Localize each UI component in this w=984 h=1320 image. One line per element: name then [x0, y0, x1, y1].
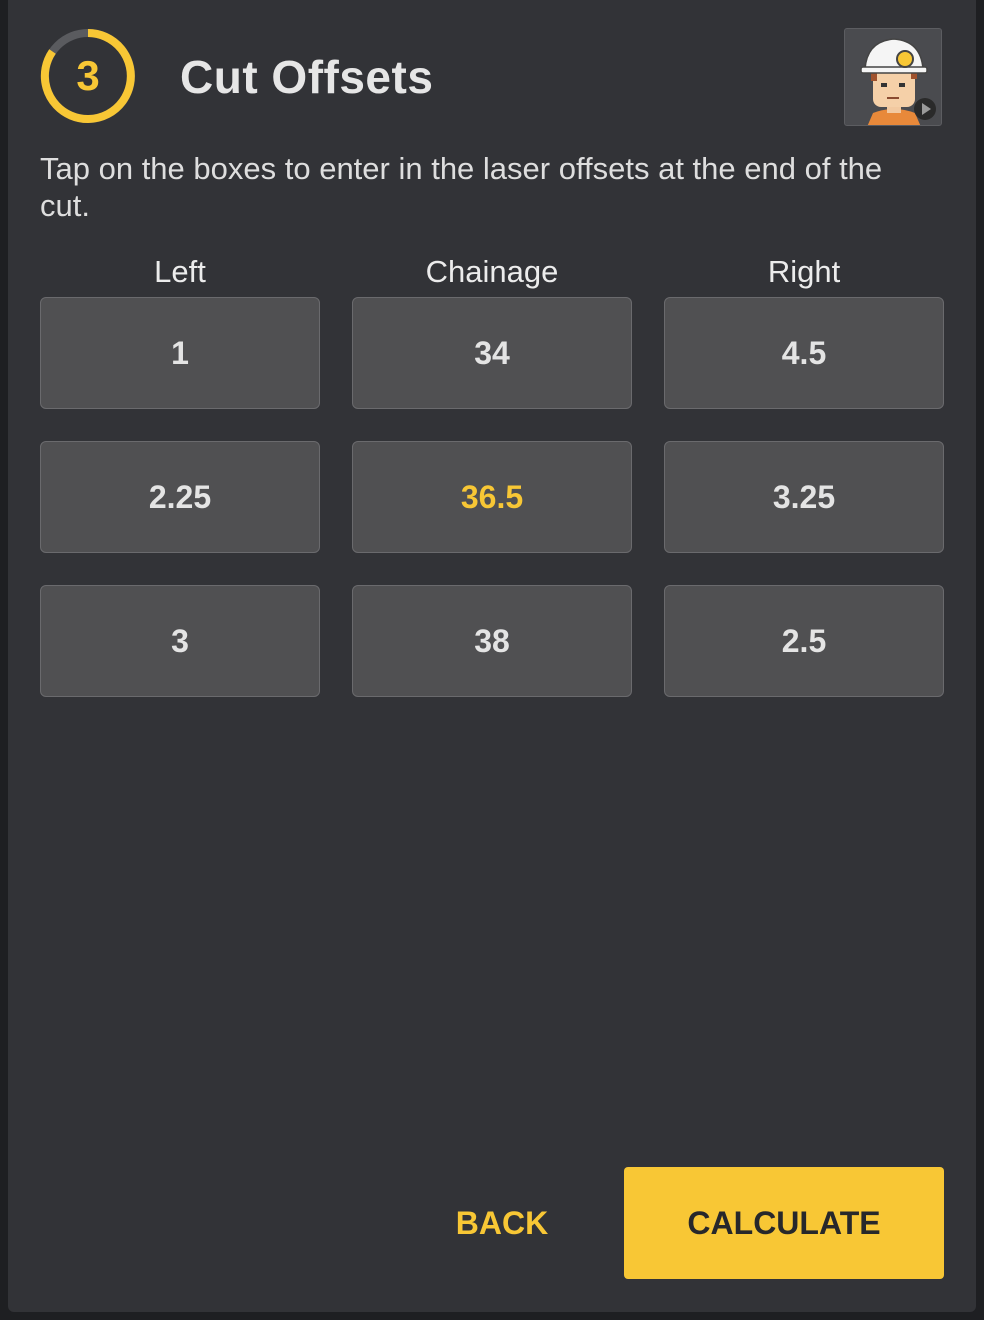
offsets-panel: 3 Cut Offsets Tap on the boxes to enter …: [8, 0, 976, 1312]
right-offset-cell[interactable]: 2.5: [664, 585, 944, 697]
instructions-text: Tap on the boxes to enter in the laser o…: [40, 151, 883, 223]
column-header-chainage: Chainage: [425, 254, 559, 289]
chainage-cell[interactable]: 38: [352, 585, 632, 697]
left-offset-cell[interactable]: 2.25: [40, 441, 320, 553]
right-offset-cell[interactable]: 3.25: [664, 441, 944, 553]
back-button[interactable]: BACK: [424, 1168, 580, 1278]
miner-avatar-play-icon[interactable]: [844, 28, 942, 126]
right-offset-cell[interactable]: 4.5: [664, 297, 944, 409]
column-header-right: Right: [767, 254, 841, 289]
left-offset-cell[interactable]: 3: [40, 585, 320, 697]
calculate-button[interactable]: CALCULATE: [624, 1167, 944, 1279]
chainage-cell[interactable]: 34: [352, 297, 632, 409]
step-number: 3: [76, 52, 100, 99]
column-header-left: Left: [154, 254, 206, 289]
left-offset-cell[interactable]: 1: [40, 297, 320, 409]
chainage-cell-selected[interactable]: 36.5: [352, 441, 632, 553]
page-title: Cut Offsets: [180, 51, 434, 103]
